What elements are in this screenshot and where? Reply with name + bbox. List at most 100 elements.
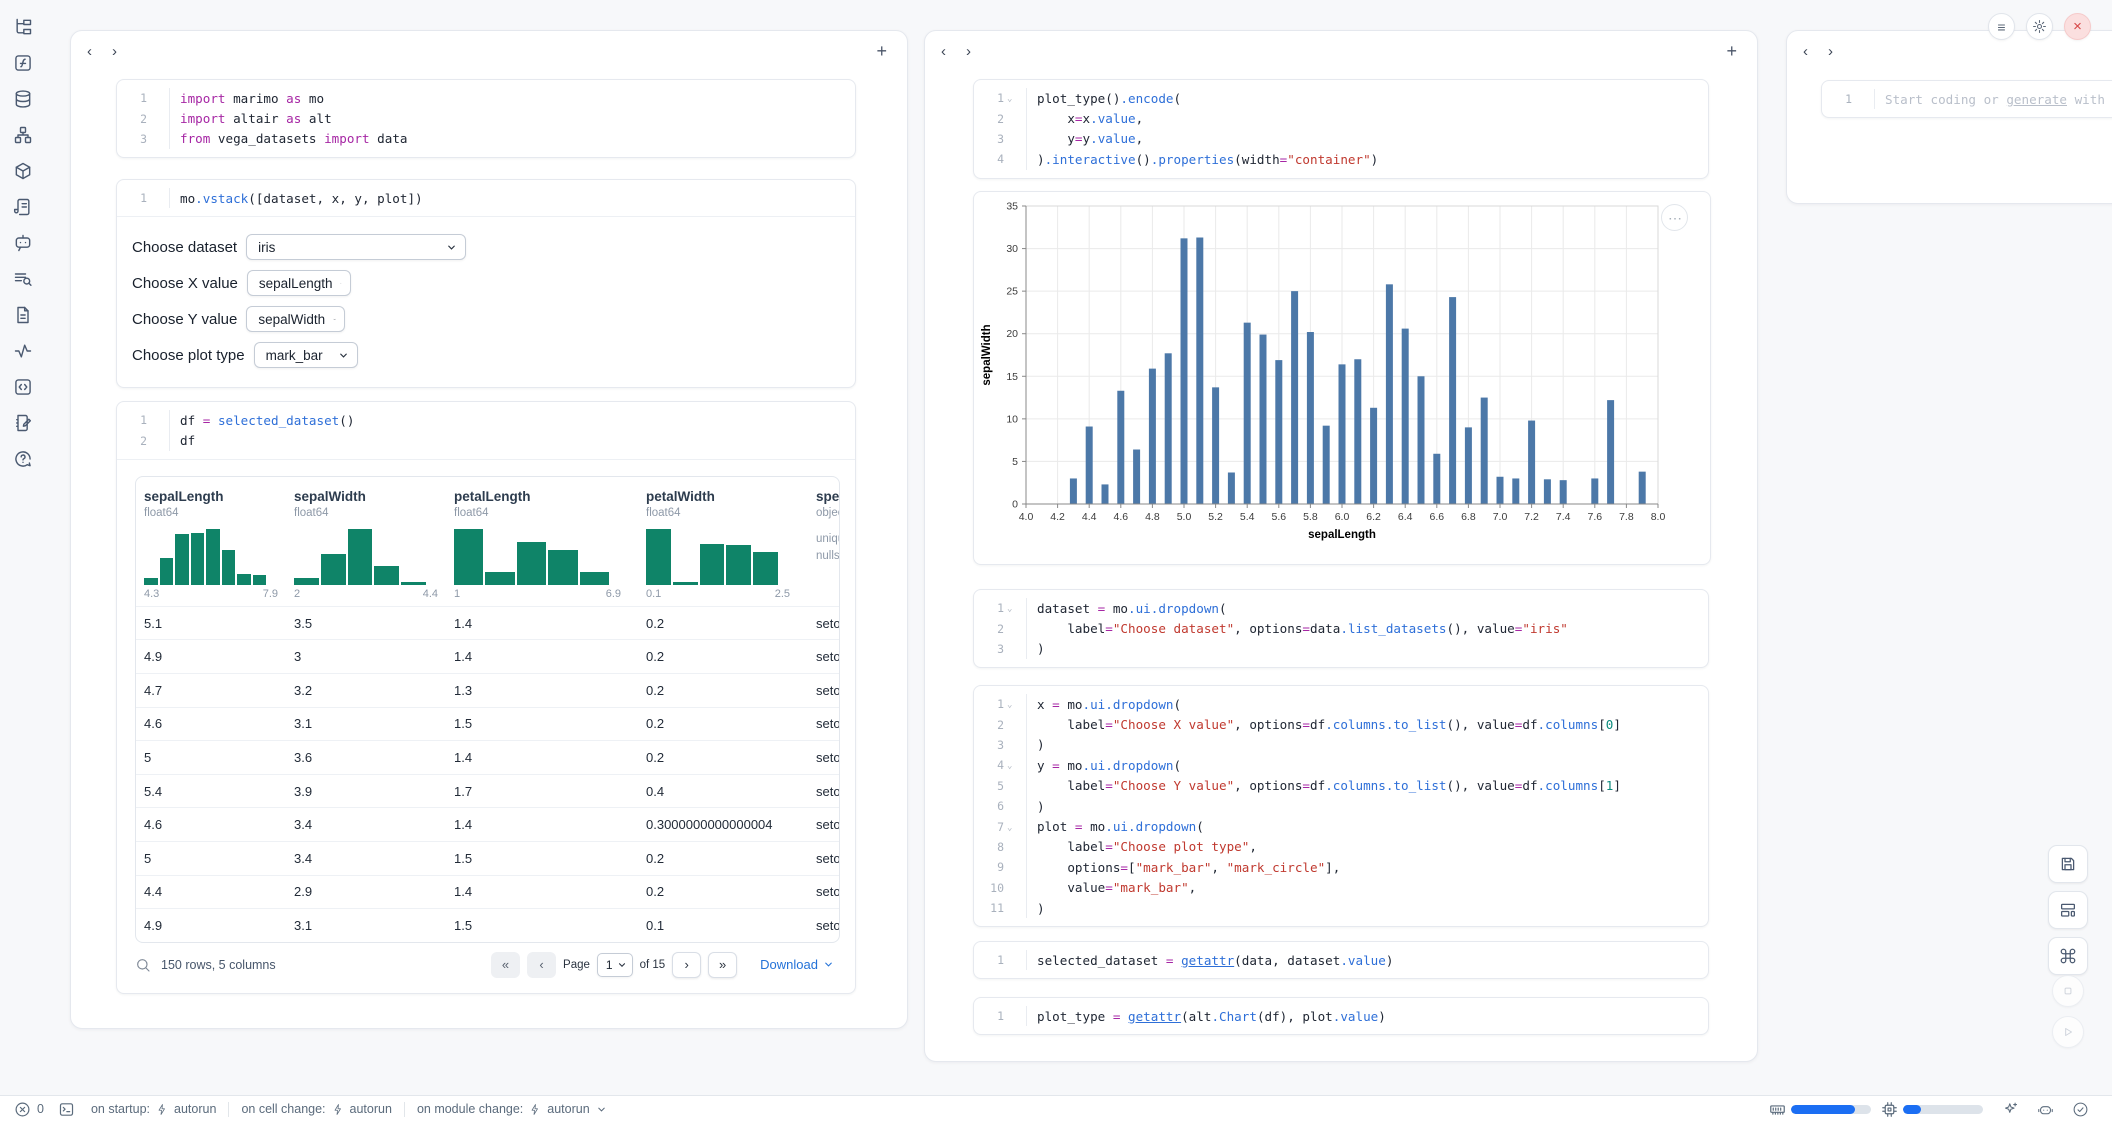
sidebar-item-file-tree[interactable] [9, 16, 37, 38]
code-cell-plot-type[interactable]: 1plot_type = getattr(alt.Chart(df), plot… [973, 997, 1709, 1035]
table-cell: 0.2 [638, 750, 808, 765]
table-row[interactable]: 5.13.51.40.2setosa [136, 606, 839, 640]
table-cell: 0.4 [638, 784, 808, 799]
code-cell-dataset-dropdown[interactable]: 1⌄dataset = mo.ui.dropdown(2 label="Choo… [973, 589, 1709, 668]
code-cell-plot-encode[interactable]: 1⌄plot_type().encode(2 x=x.value,3 y=y.v… [973, 79, 1709, 179]
download-button[interactable]: Download [754, 956, 840, 973]
svg-text:4.0: 4.0 [1019, 511, 1034, 523]
sidebar-item-scratchpad[interactable] [9, 412, 37, 434]
table-row[interactable]: 4.93.11.50.1setosa [136, 908, 839, 942]
sidebar-item-tracing[interactable] [9, 340, 37, 362]
sidebar-item-documentation[interactable] [9, 196, 37, 218]
first-page-button[interactable]: « [491, 952, 520, 978]
dropdown-label: Choose Y value [132, 311, 237, 328]
table-row[interactable]: 4.63.11.50.2setosa [136, 707, 839, 741]
connection-status-button[interactable] [2063, 1101, 2098, 1118]
table-row[interactable]: 5.43.91.70.4setosa [136, 774, 839, 808]
table-row[interactable]: 4.73.21.30.2setosa [136, 673, 839, 707]
table-column-header[interactable]: petalLengthfloat6416.9 [446, 477, 638, 606]
table-cell: setosa [808, 716, 840, 731]
sidebar-item-help[interactable] [9, 448, 37, 470]
df-code[interactable]: 1df = selected_dataset()2df [117, 402, 855, 459]
notebook-menu-button[interactable]: ≡ [1988, 13, 2015, 40]
vstack-code[interactable]: 1mo.vstack([dataset, x, y, plot]) [117, 180, 855, 216]
table-column-header[interactable]: sepalWidthfloat6424.4 [286, 477, 446, 606]
code-cell-selected-dataset[interactable]: 1selected_dataset = getattr(data, datase… [973, 941, 1709, 979]
x-value-select[interactable]: sepalLength [247, 270, 351, 296]
close-notebook-button[interactable]: × [2064, 13, 2091, 40]
sidebar-item-dependencies[interactable] [9, 124, 37, 146]
code-cell-widget-dropdowns[interactable]: 1⌄x = mo.ui.dropdown(2 label="Choose X v… [973, 685, 1709, 927]
panel-next-button[interactable]: › [1826, 42, 1835, 61]
module-change-runtime-setting[interactable]: on module change: autorun [417, 1102, 607, 1116]
sidebar-item-functions[interactable] [9, 52, 37, 74]
svg-text:5.6: 5.6 [1271, 511, 1286, 523]
status-bar: 0 on startup: autorun on cell change: au… [0, 1095, 2112, 1122]
table-row[interactable]: 53.61.40.2setosa [136, 740, 839, 774]
table-cell: 1.3 [446, 683, 638, 698]
layout-button[interactable] [2048, 891, 2088, 929]
dataset-select[interactable]: iris [246, 234, 466, 260]
sidebar-item-packages[interactable] [9, 160, 37, 182]
panel-prev-button[interactable]: ‹ [939, 42, 948, 61]
sidebar-item-code-preview[interactable] [9, 376, 37, 398]
ai-assist-button[interactable] [1993, 1101, 2028, 1118]
table-footer: 150 rows, 5 columns « ‹ Page 1 of 15 › »… [135, 943, 840, 987]
bot-button[interactable] [2028, 1101, 2063, 1118]
save-button[interactable] [2048, 845, 2088, 883]
startup-runtime-setting[interactable]: on startup: autorun [91, 1102, 216, 1116]
code-cell-df[interactable]: 1df = selected_dataset()2df sepalLengthf… [116, 401, 856, 994]
sidebar-item-datasources[interactable] [9, 88, 37, 110]
svg-text:5.2: 5.2 [1208, 511, 1223, 523]
plot-type-select[interactable]: mark_bar [254, 342, 358, 368]
status-bar-right [1769, 1101, 2098, 1118]
table-cell: 3.9 [286, 784, 446, 799]
table-row[interactable]: 4.63.41.40.3000000000000004setosa [136, 807, 839, 841]
histogram-range: 4.37.9 [144, 588, 278, 600]
altair-bar-chart[interactable]: 4.04.24.44.64.85.05.25.45.65.86.06.26.46… [974, 192, 1708, 562]
stop-button[interactable] [2052, 975, 2084, 1007]
add-cell-button[interactable]: + [1720, 41, 1743, 61]
panel-next-button[interactable]: › [964, 42, 973, 61]
sidebar-item-snippets[interactable] [9, 304, 37, 326]
empty-editor-cell[interactable]: 1Start coding or generate with [1821, 80, 2112, 118]
y-value-select[interactable]: sepalWidth [246, 306, 345, 332]
table-cell: 4.6 [136, 817, 286, 832]
svg-text:7.8: 7.8 [1619, 511, 1634, 523]
histogram-range: 16.9 [454, 588, 621, 600]
run-all-button[interactable] [2052, 1016, 2084, 1048]
last-page-button[interactable]: » [708, 952, 737, 978]
chart-actions-button[interactable]: ⋯ [1661, 204, 1688, 231]
play-icon [2061, 1025, 2075, 1039]
table-cell: 3.1 [286, 918, 446, 933]
table-row[interactable]: 4.42.91.40.2setosa [136, 875, 839, 909]
terminal-icon [58, 1101, 75, 1118]
search-icon[interactable] [135, 957, 151, 973]
panel-prev-button[interactable]: ‹ [1801, 42, 1810, 61]
settings-button[interactable] [2026, 13, 2053, 40]
code-cell-imports[interactable]: 1import marimo as mo2import altair as al… [116, 79, 856, 158]
add-cell-button[interactable]: + [870, 41, 893, 61]
panel-prev-button[interactable]: ‹ [85, 42, 94, 61]
code-cell-vstack[interactable]: 1mo.vstack([dataset, x, y, plot]) Choose… [116, 179, 856, 388]
sidebar-item-ai-chat[interactable] [9, 232, 37, 254]
panel-3-header: ‹ › [1801, 39, 2112, 63]
sidebar-item-logs[interactable] [9, 268, 37, 290]
table-column-header[interactable]: petalWidthfloat640.12.5 [638, 477, 808, 606]
terminal-button[interactable] [58, 1101, 75, 1118]
next-page-button[interactable]: › [672, 952, 701, 978]
dataframe-output: sepalLengthfloat644.37.9sepalWidthfloat6… [117, 460, 855, 993]
table-row[interactable]: 53.41.50.2setosa [136, 841, 839, 875]
table-column-header[interactable]: sepalLengthfloat644.37.9 [136, 477, 286, 606]
cell-change-runtime-setting[interactable]: on cell change: autorun [241, 1102, 392, 1116]
page-select[interactable]: 1 [597, 953, 633, 977]
table-cell: setosa [808, 683, 840, 698]
error-indicator[interactable]: 0 [14, 1101, 44, 1118]
code-line: 1Start coding or generate with [1826, 89, 2112, 109]
table-row[interactable]: 4.931.40.2setosa [136, 639, 839, 673]
keyboard-shortcuts-button[interactable] [2048, 937, 2088, 975]
table-column-header[interactable]: speciesobjectunique:nulls: [808, 477, 840, 606]
bars [1070, 238, 1646, 504]
panel-next-button[interactable]: › [110, 42, 119, 61]
prev-page-button[interactable]: ‹ [527, 952, 556, 978]
